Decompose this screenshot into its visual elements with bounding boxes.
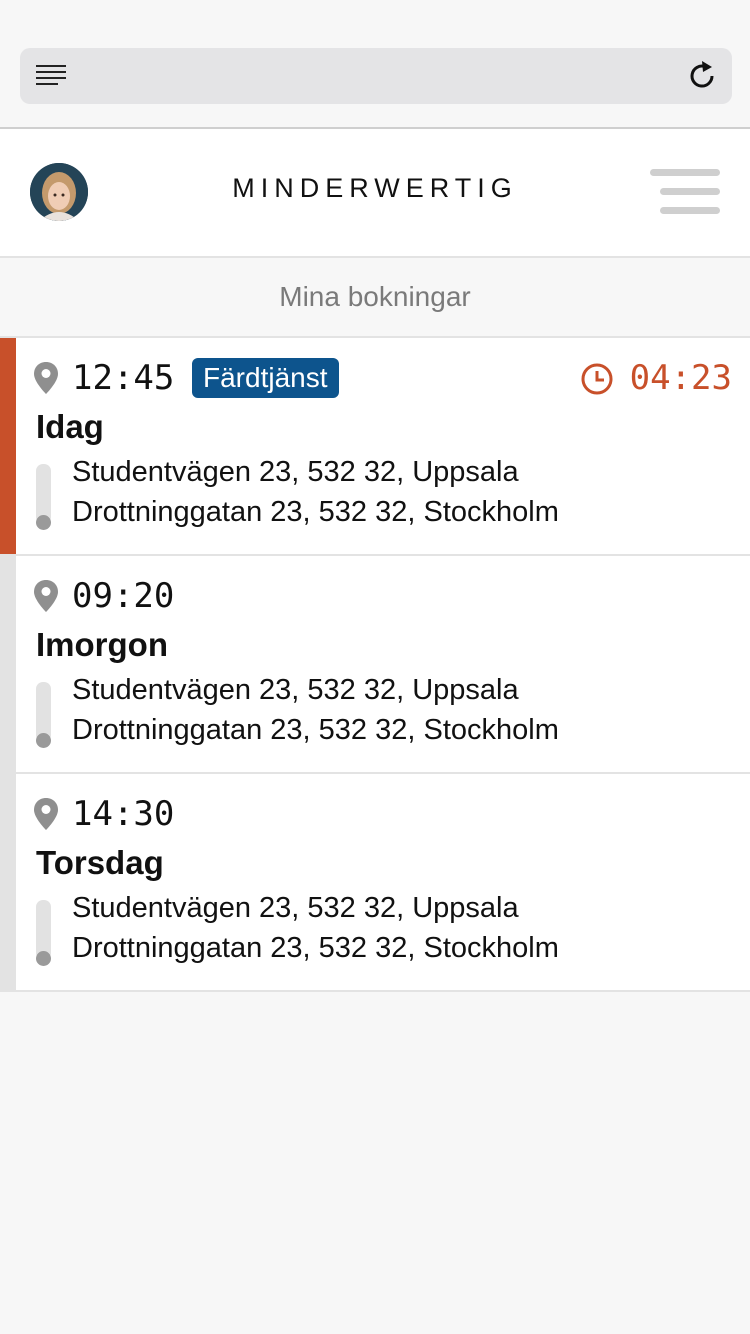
- dropoff-address: Drottninggatan 23, 532 32, Stockholm: [72, 932, 559, 964]
- booking-time: 09:20: [72, 576, 175, 616]
- route-end-dot: [36, 951, 51, 966]
- location-pin-icon: [34, 362, 58, 394]
- booking-item[interactable]: 09:20 Imorgon Studentvägen 23, 532 32, U…: [0, 556, 750, 774]
- hamburger-icon: [650, 169, 720, 176]
- reader-lines-icon[interactable]: [36, 63, 68, 89]
- pickup-address: Studentvägen 23, 532 32, Uppsala: [72, 674, 519, 706]
- clock-icon: [581, 363, 613, 395]
- dropoff-address: Drottninggatan 23, 532 32, Stockholm: [72, 714, 559, 746]
- reload-icon[interactable]: [686, 60, 718, 92]
- browser-toolbar: [0, 0, 750, 129]
- booking-day: Imorgon: [36, 626, 168, 663]
- location-pin-icon: [34, 580, 58, 612]
- pickup-address: Studentvägen 23, 532 32, Uppsala: [72, 456, 519, 488]
- status-stripe: [0, 774, 16, 990]
- route-indicator: [36, 682, 51, 748]
- booking-day: Torsdag: [36, 844, 164, 881]
- route-end-dot: [36, 733, 51, 748]
- location-pin-icon: [34, 798, 58, 830]
- booking-time: 12:45: [72, 358, 175, 398]
- service-badge: Färdtjänst: [192, 358, 339, 398]
- status-stripe: [0, 556, 16, 772]
- countdown-timer: 04:23: [629, 358, 732, 398]
- dropoff-address: Drottninggatan 23, 532 32, Stockholm: [72, 496, 559, 528]
- route-end-dot: [36, 515, 51, 530]
- hamburger-icon-line-2: [660, 188, 720, 195]
- status-stripe: [0, 338, 16, 554]
- booking-item[interactable]: 14:30 Torsdag Studentvägen 23, 532 32, U…: [0, 774, 750, 992]
- booking-time: 14:30: [72, 794, 175, 834]
- page-title: Mina bokningar: [0, 258, 750, 338]
- menu-button[interactable]: [648, 169, 720, 215]
- pickup-address: Studentvägen 23, 532 32, Uppsala: [72, 892, 519, 924]
- hamburger-icon-line-3: [660, 207, 720, 214]
- booking-day: Idag: [36, 408, 104, 445]
- booking-item[interactable]: 12:45 Färdtjänst 04:23 Idag Studentvägen…: [0, 338, 750, 556]
- address-bar[interactable]: [20, 48, 732, 104]
- app-header: MINDERWERTIG: [0, 129, 750, 258]
- route-indicator: [36, 900, 51, 966]
- route-indicator: [36, 464, 51, 530]
- brand-logo: MINDERWERTIG: [232, 173, 518, 203]
